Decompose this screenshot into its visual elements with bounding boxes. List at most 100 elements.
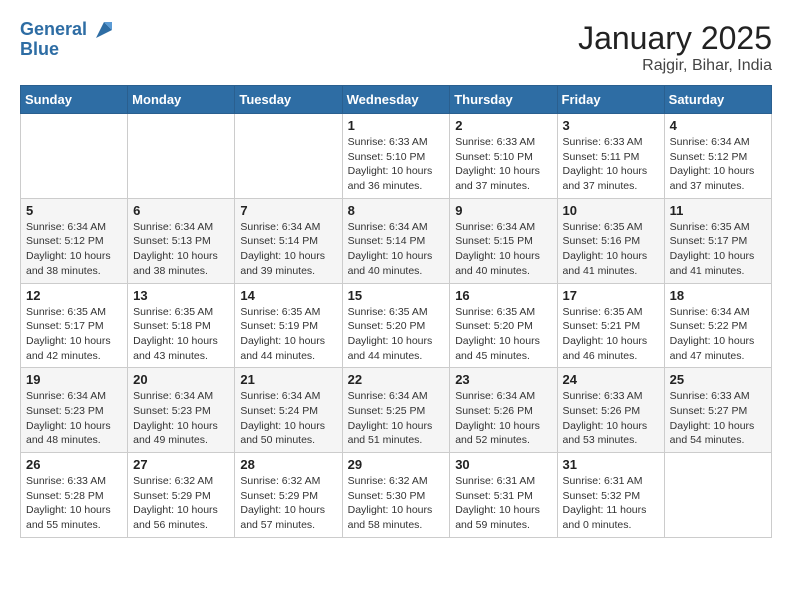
day-info: Sunrise: 6:32 AM Sunset: 5:29 PM Dayligh…	[240, 474, 336, 533]
calendar-week-row: 12 Sunrise: 6:35 AM Sunset: 5:17 PM Dayli…	[21, 283, 772, 368]
day-info: Sunrise: 6:34 AM Sunset: 5:13 PM Dayligh…	[133, 220, 229, 279]
calendar-cell	[664, 453, 771, 538]
weekday-header-wednesday: Wednesday	[342, 86, 450, 114]
calendar-cell: 8 Sunrise: 6:34 AM Sunset: 5:14 PM Daylig…	[342, 198, 450, 283]
calendar-cell: 16Sunrise: 6:35 AM Sunset: 5:20 PM Dayli…	[450, 283, 557, 368]
day-info: Sunrise: 6:31 AM Sunset: 5:31 PM Dayligh…	[455, 474, 551, 533]
calendar-cell: 10 Sunrise: 6:35 AM Sunset: 5:16 PM Dayli…	[557, 198, 664, 283]
calendar-cell: 17 Sunrise: 6:35 AM Sunset: 5:21 PM Dayli…	[557, 283, 664, 368]
page-header: General Blue January 2025 Rajgir, Bihar,…	[20, 20, 772, 75]
day-info: Sunrise: 6:32 AM Sunset: 5:29 PM Dayligh…	[133, 474, 229, 533]
logo: General Blue	[20, 20, 114, 60]
title-block: January 2025 Rajgir, Bihar, India	[578, 20, 772, 75]
day-number: 15	[348, 288, 445, 303]
day-info: Sunrise: 6:34 AM Sunset: 5:26 PM Dayligh…	[455, 389, 551, 448]
weekday-header-sunday: Sunday	[21, 86, 128, 114]
day-info: Sunrise: 6:34 AM Sunset: 5:14 PM Dayligh…	[240, 220, 336, 279]
calendar-week-row: 26Sunrise: 6:33 AM Sunset: 5:28 PM Dayli…	[21, 453, 772, 538]
calendar-cell: 22 Sunrise: 6:34 AM Sunset: 5:25 PM Dayli…	[342, 368, 450, 453]
calendar-week-row: 1Sunrise: 6:33 AM Sunset: 5:10 PM Daylig…	[21, 114, 772, 199]
day-number: 23	[455, 372, 551, 387]
day-info: Sunrise: 6:34 AM Sunset: 5:22 PM Dayligh…	[670, 305, 766, 364]
day-number: 28	[240, 457, 336, 472]
calendar-cell: 30 Sunrise: 6:31 AM Sunset: 5:31 PM Dayli…	[450, 453, 557, 538]
day-info: Sunrise: 6:35 AM Sunset: 5:16 PM Dayligh…	[563, 220, 659, 279]
day-info: Sunrise: 6:35 AM Sunset: 5:17 PM Dayligh…	[670, 220, 766, 279]
day-number: 3	[563, 118, 659, 133]
day-number: 13	[133, 288, 229, 303]
day-number: 26	[26, 457, 122, 472]
day-number: 9	[455, 203, 551, 218]
day-number: 8	[348, 203, 445, 218]
calendar-cell: 3Sunrise: 6:33 AM Sunset: 5:11 PM Daylig…	[557, 114, 664, 199]
day-info: Sunrise: 6:34 AM Sunset: 5:23 PM Dayligh…	[26, 389, 122, 448]
day-info: Sunrise: 6:33 AM Sunset: 5:10 PM Dayligh…	[455, 135, 551, 194]
calendar-cell: 1Sunrise: 6:33 AM Sunset: 5:10 PM Daylig…	[342, 114, 450, 199]
day-info: Sunrise: 6:35 AM Sunset: 5:20 PM Dayligh…	[348, 305, 445, 364]
calendar-cell: 20 Sunrise: 6:34 AM Sunset: 5:23 PM Dayli…	[128, 368, 235, 453]
calendar-week-row: 5Sunrise: 6:34 AM Sunset: 5:12 PM Daylig…	[21, 198, 772, 283]
calendar-cell	[128, 114, 235, 199]
day-number: 20	[133, 372, 229, 387]
day-number: 19	[26, 372, 122, 387]
month-title: January 2025	[578, 20, 772, 57]
day-info: Sunrise: 6:34 AM Sunset: 5:23 PM Dayligh…	[133, 389, 229, 448]
day-info: Sunrise: 6:34 AM Sunset: 5:12 PM Dayligh…	[670, 135, 766, 194]
calendar-table: SundayMondayTuesdayWednesdayThursdayFrid…	[20, 85, 772, 538]
day-number: 22	[348, 372, 445, 387]
calendar-cell	[235, 114, 342, 199]
calendar-cell: 26Sunrise: 6:33 AM Sunset: 5:28 PM Dayli…	[21, 453, 128, 538]
logo-icon	[94, 20, 114, 40]
day-info: Sunrise: 6:33 AM Sunset: 5:26 PM Dayligh…	[563, 389, 659, 448]
day-number: 2	[455, 118, 551, 133]
day-info: Sunrise: 6:34 AM Sunset: 5:24 PM Dayligh…	[240, 389, 336, 448]
day-number: 6	[133, 203, 229, 218]
day-number: 7	[240, 203, 336, 218]
day-info: Sunrise: 6:32 AM Sunset: 5:30 PM Dayligh…	[348, 474, 445, 533]
calendar-cell: 29 Sunrise: 6:32 AM Sunset: 5:30 PM Dayli…	[342, 453, 450, 538]
day-number: 11	[670, 203, 766, 218]
logo-blue: Blue	[20, 40, 114, 60]
day-info: Sunrise: 6:34 AM Sunset: 5:15 PM Dayligh…	[455, 220, 551, 279]
day-number: 10	[563, 203, 659, 218]
calendar-cell: 23 Sunrise: 6:34 AM Sunset: 5:26 PM Dayli…	[450, 368, 557, 453]
calendar-cell: 21 Sunrise: 6:34 AM Sunset: 5:24 PM Dayli…	[235, 368, 342, 453]
day-info: Sunrise: 6:35 AM Sunset: 5:20 PM Dayligh…	[455, 305, 551, 364]
calendar-cell: 18 Sunrise: 6:34 AM Sunset: 5:22 PM Dayli…	[664, 283, 771, 368]
day-info: Sunrise: 6:33 AM Sunset: 5:27 PM Dayligh…	[670, 389, 766, 448]
day-number: 21	[240, 372, 336, 387]
day-info: Sunrise: 6:34 AM Sunset: 5:14 PM Dayligh…	[348, 220, 445, 279]
weekday-header-row: SundayMondayTuesdayWednesdayThursdayFrid…	[21, 86, 772, 114]
weekday-header-saturday: Saturday	[664, 86, 771, 114]
day-number: 18	[670, 288, 766, 303]
day-number: 27	[133, 457, 229, 472]
day-number: 14	[240, 288, 336, 303]
day-info: Sunrise: 6:34 AM Sunset: 5:25 PM Dayligh…	[348, 389, 445, 448]
calendar-cell: 2 Sunrise: 6:33 AM Sunset: 5:10 PM Daylig…	[450, 114, 557, 199]
day-number: 4	[670, 118, 766, 133]
calendar-cell: 7 Sunrise: 6:34 AM Sunset: 5:14 PM Daylig…	[235, 198, 342, 283]
calendar-cell: 24 Sunrise: 6:33 AM Sunset: 5:26 PM Dayli…	[557, 368, 664, 453]
location: Rajgir, Bihar, India	[578, 57, 772, 75]
day-number: 12	[26, 288, 122, 303]
calendar-cell: 27 Sunrise: 6:32 AM Sunset: 5:29 PM Dayli…	[128, 453, 235, 538]
day-info: Sunrise: 6:33 AM Sunset: 5:10 PM Dayligh…	[348, 135, 445, 194]
weekday-header-tuesday: Tuesday	[235, 86, 342, 114]
calendar-cell: 11 Sunrise: 6:35 AM Sunset: 5:17 PM Dayli…	[664, 198, 771, 283]
calendar-cell: 5Sunrise: 6:34 AM Sunset: 5:12 PM Daylig…	[21, 198, 128, 283]
day-info: Sunrise: 6:35 AM Sunset: 5:18 PM Dayligh…	[133, 305, 229, 364]
day-number: 29	[348, 457, 445, 472]
day-number: 24	[563, 372, 659, 387]
day-info: Sunrise: 6:34 AM Sunset: 5:12 PM Dayligh…	[26, 220, 122, 279]
day-info: Sunrise: 6:31 AM Sunset: 5:32 PM Dayligh…	[563, 474, 659, 533]
day-number: 31	[563, 457, 659, 472]
day-info: Sunrise: 6:35 AM Sunset: 5:17 PM Dayligh…	[26, 305, 122, 364]
day-info: Sunrise: 6:35 AM Sunset: 5:19 PM Dayligh…	[240, 305, 336, 364]
calendar-cell: 31 Sunrise: 6:31 AM Sunset: 5:32 PM Dayli…	[557, 453, 664, 538]
day-number: 17	[563, 288, 659, 303]
day-info: Sunrise: 6:35 AM Sunset: 5:21 PM Dayligh…	[563, 305, 659, 364]
calendar-cell: 9 Sunrise: 6:34 AM Sunset: 5:15 PM Daylig…	[450, 198, 557, 283]
calendar-cell: 6 Sunrise: 6:34 AM Sunset: 5:13 PM Daylig…	[128, 198, 235, 283]
calendar-week-row: 19 Sunrise: 6:34 AM Sunset: 5:23 PM Dayli…	[21, 368, 772, 453]
day-number: 30	[455, 457, 551, 472]
